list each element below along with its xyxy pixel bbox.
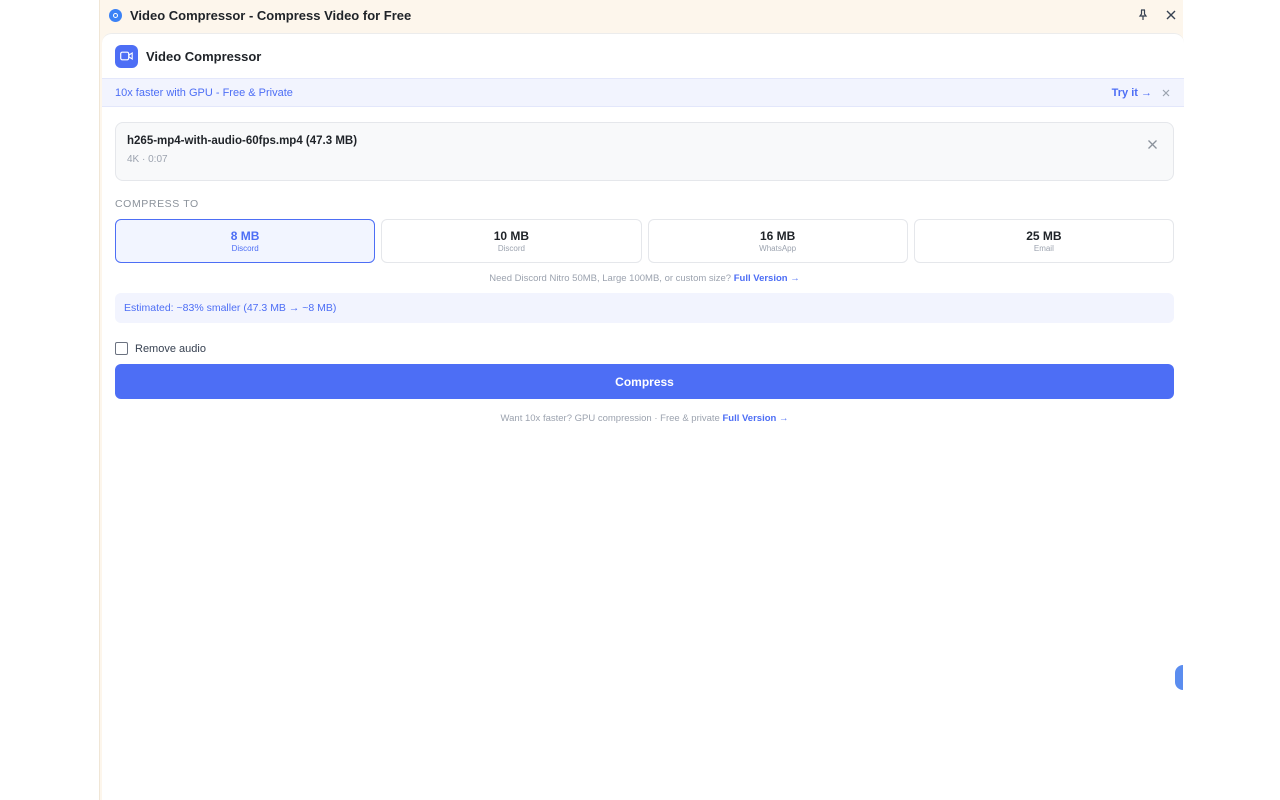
hint-text: Need Discord Nitro 50MB, Large 100MB, or… xyxy=(489,273,732,284)
close-icon[interactable] xyxy=(1164,7,1178,23)
side-panel: Video Compressor - Compress Video for Fr… xyxy=(99,0,1184,800)
option-25mb[interactable]: 25 MB Email xyxy=(913,219,1174,263)
remove-audio-label: Remove audio xyxy=(135,342,206,355)
file-meta: 4K · 0:07 xyxy=(127,154,168,165)
extension-icon xyxy=(109,9,122,22)
floating-side-handle[interactable] xyxy=(1175,665,1183,690)
option-target: Discord xyxy=(497,244,525,253)
full-version-link[interactable]: Full Version → xyxy=(734,273,800,284)
option-8mb[interactable]: 8 MB Discord xyxy=(115,219,376,263)
option-size: 16 MB xyxy=(759,229,796,243)
promo-banner: 10x faster with GPU - Free & Private Try… xyxy=(102,78,1184,107)
file-card: h265-mp4-with-audio-60fps.mp4 (47.3 MB) … xyxy=(115,122,1174,181)
file-name: h265-mp4-with-audio-60fps.mp4 (47.3 MB) xyxy=(127,135,358,147)
try-it-link[interactable]: Try it → xyxy=(1112,87,1152,99)
option-size: 10 MB xyxy=(493,229,530,243)
app-name: Video Compressor xyxy=(146,48,262,64)
option-target: Discord xyxy=(231,244,259,253)
compress-button[interactable]: Compress xyxy=(115,364,1174,399)
app-header: Video Compressor xyxy=(102,34,1184,78)
footer-full-version-link[interactable]: Full Version → xyxy=(722,413,788,424)
compress-to-label: COMPRESS TO xyxy=(115,198,199,210)
banner-text: 10x faster with GPU - Free & Private xyxy=(115,86,293,99)
banner-close-icon[interactable] xyxy=(1161,88,1171,98)
option-target: Email xyxy=(1033,244,1054,253)
remove-audio-row[interactable]: Remove audio xyxy=(115,342,1174,355)
option-16mb[interactable]: 16 MB WhatsApp xyxy=(647,219,908,263)
option-size: 8 MB xyxy=(230,229,260,243)
option-size: 25 MB xyxy=(1026,229,1062,243)
app-container: Video Compressor 10x faster with GPU - F… xyxy=(102,33,1184,800)
video-camera-icon xyxy=(115,44,138,68)
estimate-box: Estimated: ~83% smaller (47.3 MB → ~8 MB… xyxy=(115,293,1174,323)
panel-titlebar: Video Compressor - Compress Video for Fr… xyxy=(100,0,1184,31)
pin-icon[interactable] xyxy=(1136,7,1150,23)
size-options: 8 MB Discord 10 MB Discord 16 MB WhatsAp… xyxy=(115,219,1174,263)
footer-text: Want 10x faster? GPU compression · Free … xyxy=(500,413,720,424)
remove-file-icon[interactable] xyxy=(1147,137,1159,149)
remove-audio-checkbox[interactable] xyxy=(115,342,128,355)
panel-title: Video Compressor - Compress Video for Fr… xyxy=(130,8,412,23)
footer-promo: Want 10x faster? GPU compression · Free … xyxy=(115,413,1174,424)
option-10mb[interactable]: 10 MB Discord xyxy=(381,219,642,263)
custom-size-hint: Need Discord Nitro 50MB, Large 100MB, or… xyxy=(115,273,1174,284)
option-target: WhatsApp xyxy=(759,244,797,253)
